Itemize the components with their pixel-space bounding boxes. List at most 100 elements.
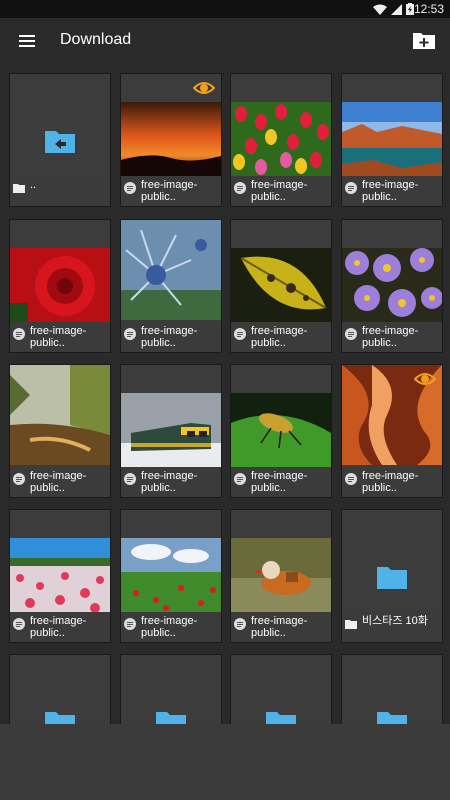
- folder-tile[interactable]: [230, 654, 332, 724]
- file-tile[interactable]: free-image-public..: [120, 509, 222, 643]
- thumbnail-red-rose: [10, 248, 110, 324]
- status-time: 12:53: [413, 2, 444, 16]
- file-name: free-image-public..: [251, 470, 308, 494]
- folder-icon: [156, 712, 186, 724]
- file-type-icon: [124, 182, 136, 194]
- file-name: free-image-public..: [251, 179, 308, 203]
- file-type-icon: [345, 328, 357, 340]
- file-type-icon: [234, 473, 246, 485]
- file-type-icon: [13, 328, 25, 340]
- file-tile[interactable]: free-image-public..: [230, 364, 332, 498]
- menu-icon[interactable]: [16, 30, 40, 52]
- folder-tile[interactable]: ..: [9, 73, 111, 207]
- folder-icon: [45, 712, 75, 724]
- file-type-icon: [234, 328, 246, 340]
- thumbnail-flower-field: [10, 538, 110, 614]
- file-tile[interactable]: free-image-public..: [341, 219, 443, 353]
- thumbnail-sunset-sky: [121, 102, 221, 178]
- file-name: free-image-public..: [141, 179, 198, 203]
- thumbnail-foggy-river: [10, 365, 110, 465]
- file-tile[interactable]: free-image-public..: [9, 219, 111, 353]
- file-type-icon: [124, 328, 136, 340]
- folder-icon: [377, 567, 407, 589]
- new-folder-icon[interactable]: [412, 29, 436, 51]
- thumbnail-purple-asters: [342, 248, 442, 324]
- file-tile[interactable]: free-image-public..: [120, 73, 222, 207]
- file-tile[interactable]: free-image-public..: [230, 73, 332, 207]
- small-folder-icon: [13, 184, 25, 193]
- file-name: free-image-public..: [30, 325, 87, 349]
- folder-label: ..: [10, 176, 110, 206]
- file-label: free-image-public..: [342, 176, 442, 206]
- thumbnail-tulips: [231, 102, 331, 178]
- file-name: free-image-public..: [30, 615, 87, 639]
- file-name: free-image-public..: [251, 615, 308, 639]
- file-label: free-image-public..: [231, 467, 331, 497]
- file-label: free-image-public..: [342, 322, 442, 352]
- folder-up-icon: [45, 131, 75, 153]
- file-label: free-image-public..: [121, 322, 221, 352]
- thumbnail-lake-canyon: [342, 102, 442, 178]
- file-type-icon: [234, 182, 246, 194]
- file-label: free-image-public..: [342, 467, 442, 497]
- file-label: free-image-public..: [231, 176, 331, 206]
- thumbnail-mandarin-duck: [231, 538, 331, 614]
- battery-icon: [406, 3, 414, 15]
- file-type-icon: [345, 473, 357, 485]
- eye-icon: [193, 82, 215, 94]
- folder-name: 비스타즈 10화: [362, 615, 428, 627]
- status-bar: 12:53: [0, 0, 450, 18]
- folder-label: 비스타즈 10화: [342, 612, 442, 642]
- file-name: free-image-public..: [362, 470, 419, 494]
- app-bar: Download: [0, 18, 450, 64]
- folder-name: ..: [30, 179, 37, 191]
- file-type-icon: [124, 473, 136, 485]
- small-folder-icon: [345, 620, 357, 629]
- file-tile[interactable]: free-image-public..: [341, 364, 443, 498]
- folder-icon: [266, 712, 296, 724]
- file-label: free-image-public..: [121, 467, 221, 497]
- file-name: free-image-public..: [141, 470, 198, 494]
- thumbnail-yellow-leaf: [231, 248, 331, 324]
- status-icons: [373, 3, 414, 15]
- file-label: free-image-public..: [231, 322, 331, 352]
- signal-icon: [391, 3, 402, 15]
- folder-icon: [377, 712, 407, 724]
- file-tile[interactable]: free-image-public..: [120, 219, 222, 353]
- file-name: free-image-public..: [251, 325, 308, 349]
- file-type-icon: [13, 473, 25, 485]
- folder-tile[interactable]: [9, 654, 111, 724]
- file-name: free-image-public..: [141, 325, 198, 349]
- folder-tile[interactable]: [341, 654, 443, 724]
- file-tile[interactable]: free-image-public..: [120, 364, 222, 498]
- thumbnail-blue-thistle: [121, 220, 221, 320]
- file-label: free-image-public..: [10, 322, 110, 352]
- thumbnail-beetle-leaf: [231, 393, 331, 469]
- file-type-icon: [345, 182, 357, 194]
- thumbnail-train-snow: [121, 393, 221, 469]
- file-label: free-image-public..: [10, 467, 110, 497]
- file-tile[interactable]: free-image-public..: [9, 364, 111, 498]
- file-tile[interactable]: free-image-public..: [9, 509, 111, 643]
- file-type-icon: [13, 618, 25, 630]
- file-name: free-image-public..: [362, 325, 419, 349]
- page-title: Download: [60, 31, 132, 48]
- file-type-icon: [124, 618, 136, 630]
- bottom-area: [0, 724, 450, 800]
- folder-tile[interactable]: 비스타즈 10화: [341, 509, 443, 643]
- file-grid: .. free-image-public.. free-image-public..…: [0, 64, 450, 724]
- file-name: free-image-public..: [141, 615, 198, 639]
- folder-tile[interactable]: [120, 654, 222, 724]
- eye-icon: [414, 373, 436, 385]
- file-name: free-image-public..: [30, 470, 87, 494]
- file-tile[interactable]: free-image-public..: [341, 73, 443, 207]
- file-label: free-image-public..: [231, 612, 331, 642]
- file-label: free-image-public..: [10, 612, 110, 642]
- file-tile[interactable]: free-image-public..: [230, 219, 332, 353]
- thumbnail-poppy-meadow: [121, 538, 221, 614]
- file-tile[interactable]: free-image-public..: [230, 509, 332, 643]
- file-name: free-image-public..: [362, 179, 419, 203]
- wifi-icon: [373, 4, 387, 15]
- file-type-icon: [234, 618, 246, 630]
- file-label: free-image-public..: [121, 176, 221, 206]
